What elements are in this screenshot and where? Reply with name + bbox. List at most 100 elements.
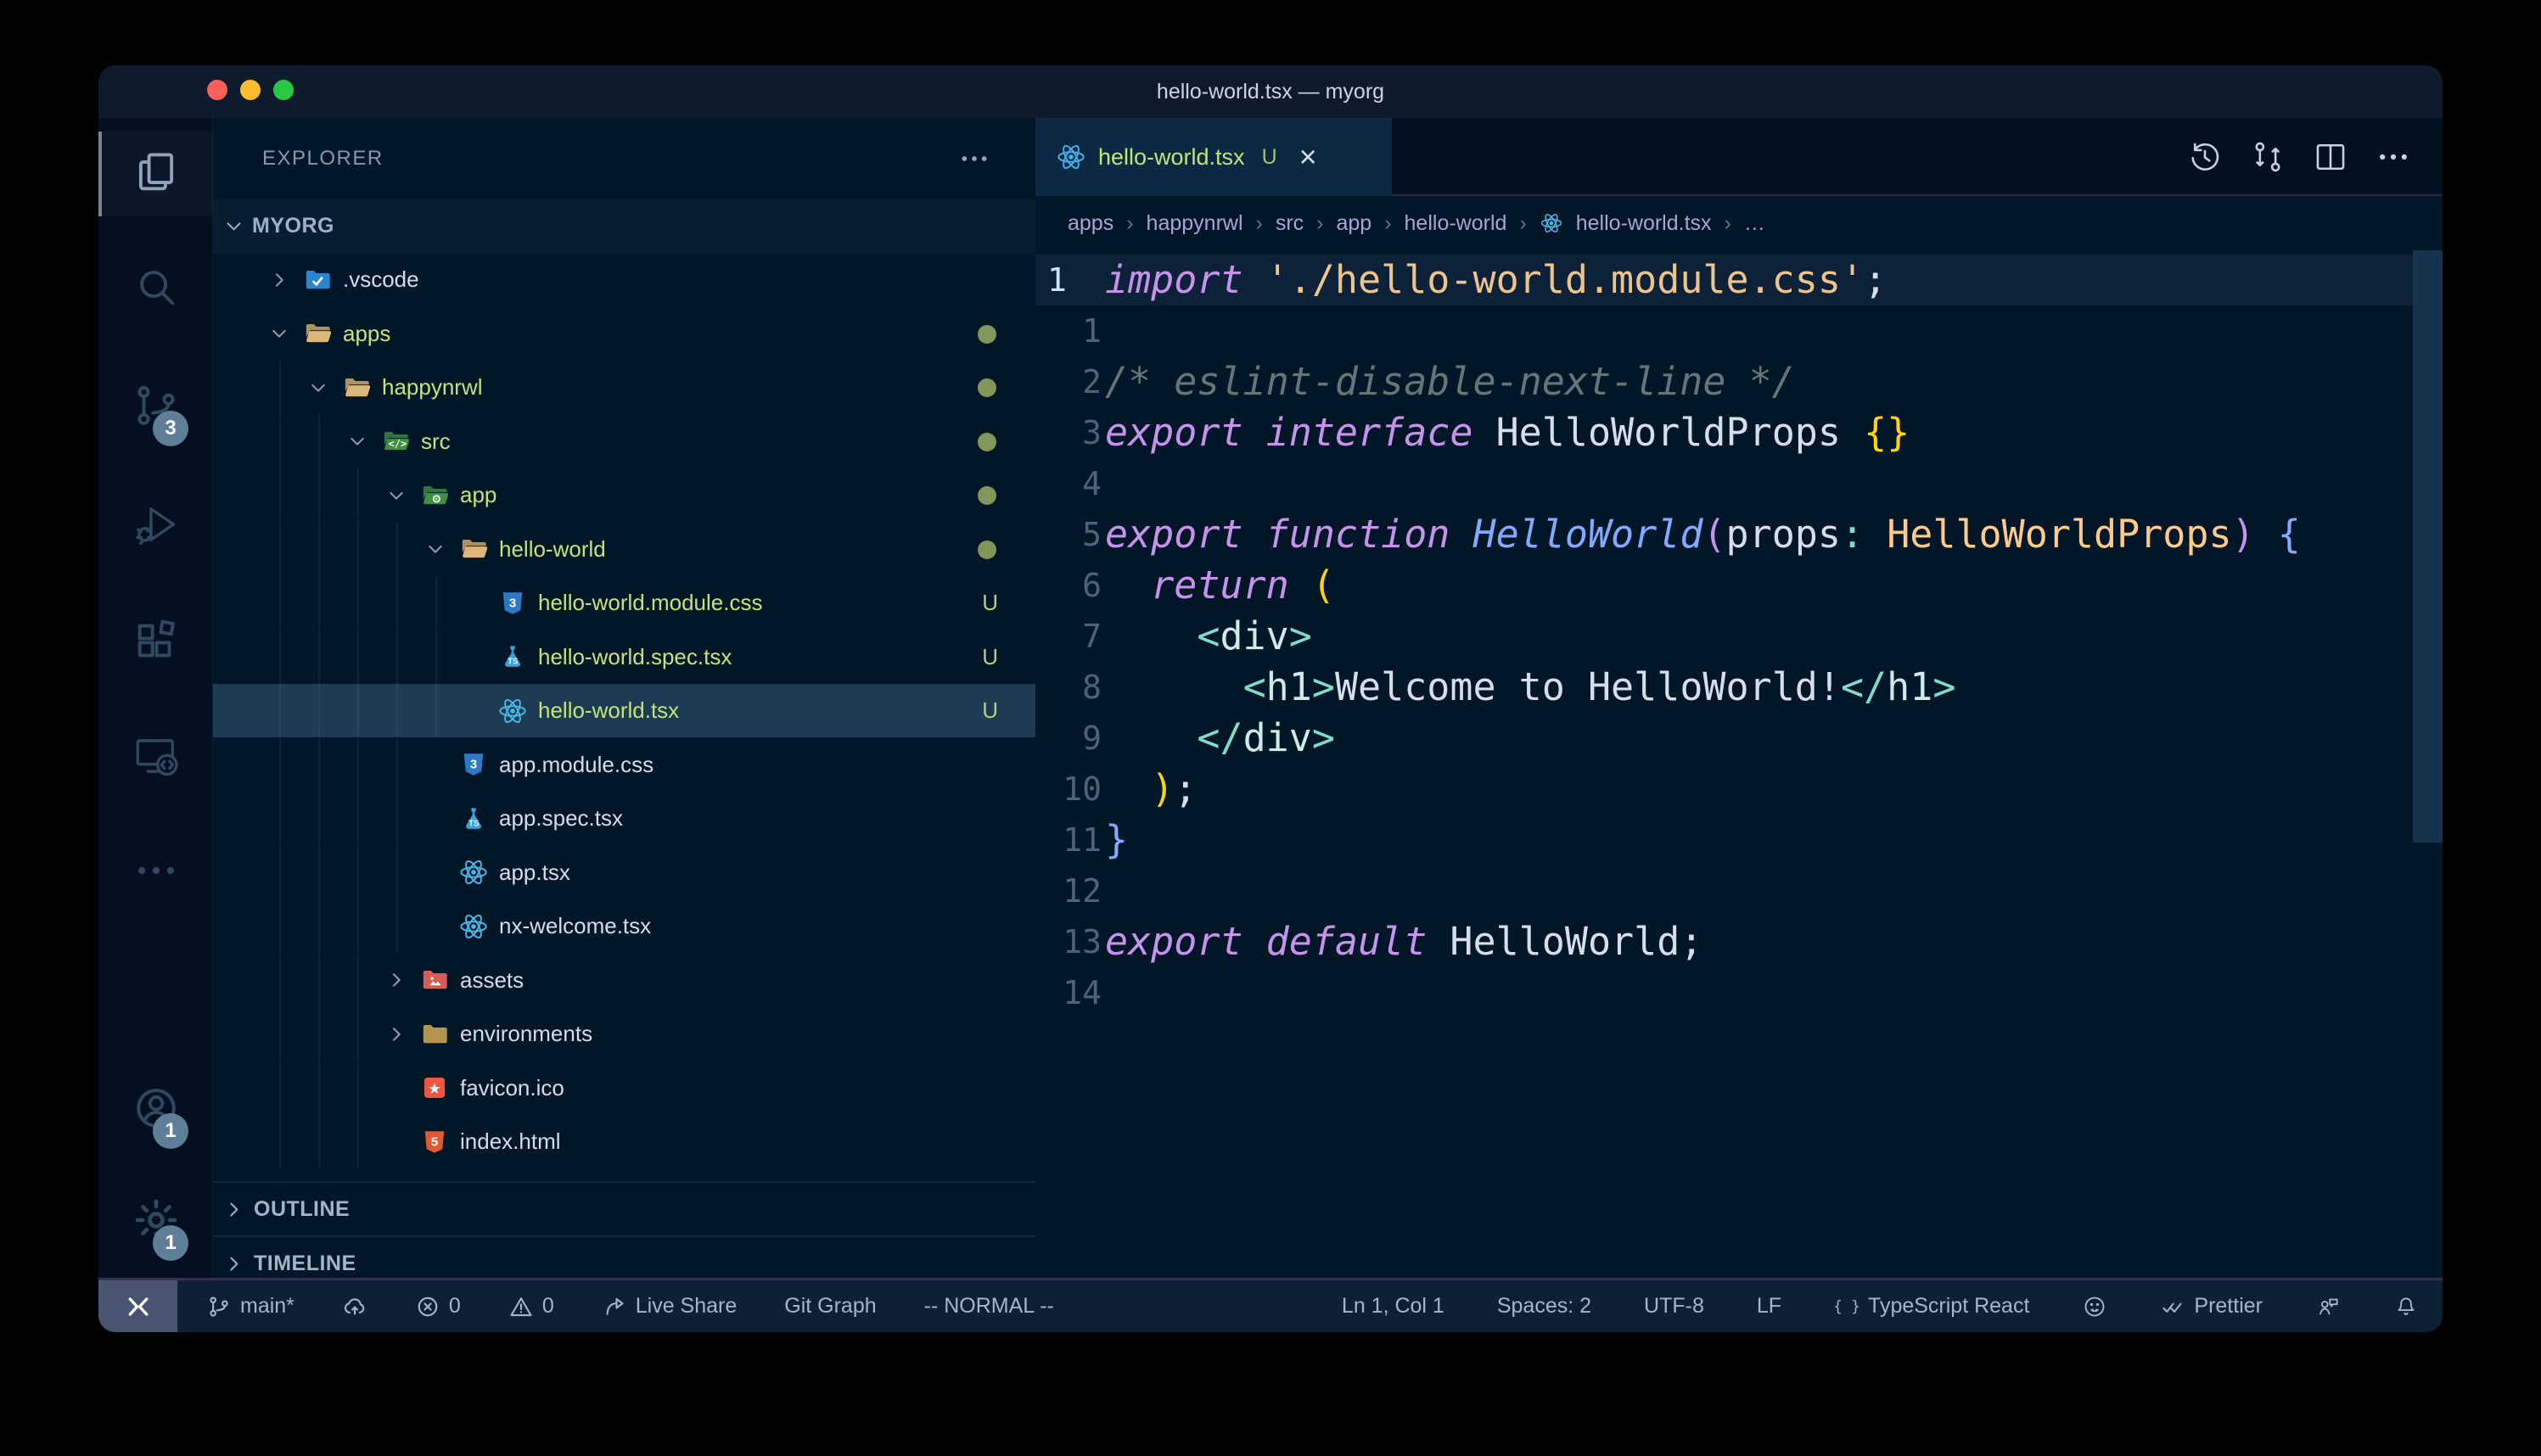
folder-tan-open (458, 523, 489, 576)
breadcrumb-item-app[interactable]: app (1336, 211, 1371, 236)
line-number: 8 (1047, 662, 1102, 713)
tree-item-apps[interactable]: apps (213, 307, 1035, 361)
tree-item-assets[interactable]: assets (213, 954, 1035, 1007)
tree-item-index-html[interactable]: 5index.html (213, 1115, 1035, 1168)
activity-item-explorer[interactable] (98, 132, 213, 216)
history-icon[interactable] (2186, 138, 2224, 176)
code-line-text: ); (1105, 764, 1197, 815)
tree-item--vscode[interactable]: .vscode (213, 253, 1035, 306)
close-tab-icon[interactable]: × (1299, 142, 1317, 172)
git-modified-dot-badge (978, 486, 996, 505)
status-item-language-mode[interactable]: { }TypeScript React (1834, 1294, 2029, 1319)
remote-indicator[interactable] (98, 1280, 177, 1332)
timeline-section-header[interactable]: TIMELINE (213, 1235, 1035, 1278)
breadcrumb-item-src[interactable]: src (1276, 211, 1304, 236)
status-item-git-branch[interactable]: main* (206, 1294, 294, 1319)
indent-guide (318, 630, 320, 684)
code-line-text: <div> (1105, 611, 1312, 662)
tree-item-environments[interactable]: environments (213, 1007, 1035, 1061)
tree-item-app-spec-tsx[interactable]: TSapp.spec.tsx (213, 792, 1035, 845)
breadcrumb-item-apps[interactable]: apps (1068, 211, 1113, 236)
breadcrumb-item-happynrwl[interactable]: happynrwl (1147, 211, 1243, 236)
tree-item-app-tsx[interactable]: app.tsx (213, 846, 1035, 899)
tree-item-happynrwl[interactable]: happynrwl (213, 361, 1035, 414)
chevron-down-icon (268, 307, 290, 361)
outline-section-header[interactable]: OUTLINE (213, 1181, 1035, 1235)
indent-guide (279, 738, 281, 792)
tree-item-label: nx-welcome.tsx (499, 899, 651, 953)
chevron-down-icon (222, 199, 245, 253)
chevron-down-icon (424, 523, 446, 576)
activity-item-run-debug[interactable] (98, 484, 213, 568)
status-item-prettier[interactable]: Prettier (2160, 1294, 2263, 1319)
tree-item-label: hello-world.spec.tsx (538, 630, 732, 684)
code-editor[interactable]: 1import './hello-world.module.css';12/* … (1035, 250, 2443, 1278)
status-item-sync[interactable] (342, 1294, 367, 1319)
folder-assets (419, 954, 450, 1007)
activity-item-search[interactable] (98, 246, 213, 331)
chevron-down-icon (307, 361, 329, 414)
activity-item-settings[interactable]: 1 (98, 1179, 213, 1264)
tree-item-label: .vscode (343, 253, 419, 306)
status-item-label: Prettier (2194, 1294, 2263, 1319)
tree-item-hello-world-spec-tsx[interactable]: TShello-world.spec.tsxU (213, 630, 1035, 684)
activity-item-remote-explorer[interactable] (98, 715, 213, 800)
code-line-12: 11} (1035, 815, 2443, 865)
react-icon (1540, 211, 1563, 235)
breadcrumb-item-file[interactable]: hello-world.tsx (1576, 211, 1712, 236)
status-item-feedback-person[interactable] (2315, 1294, 2341, 1319)
tree-item-nx-welcome-tsx[interactable]: nx-welcome.tsx (213, 899, 1035, 953)
explorer-more-actions-icon[interactable] (957, 118, 991, 199)
indent-guide (279, 846, 281, 899)
activity-item-more-views[interactable] (98, 830, 213, 915)
status-bar: main* 0 0 Live Share Git Graph -- NORMAL -- L… (98, 1278, 2443, 1332)
indent-guide (279, 468, 281, 522)
status-item-label: LF (1757, 1294, 1781, 1319)
indent-guide (396, 523, 398, 576)
code-line-13: 12 (1035, 865, 2443, 916)
status-item-warnings[interactable]: 0 (508, 1294, 554, 1319)
activity-item-extensions[interactable] (98, 600, 213, 685)
tree-item-app-module-css[interactable]: 3app.module.css (213, 738, 1035, 792)
workspace-section-header[interactable]: MYORG (213, 199, 1035, 253)
tree-item-app[interactable]: app (213, 468, 1035, 522)
react-icon (1056, 142, 1086, 172)
debug-icon (132, 500, 181, 553)
status-item-encoding[interactable]: UTF-8 (1644, 1294, 1704, 1319)
branch-icon (206, 1294, 232, 1319)
activity-item-accounts[interactable]: 1 (98, 1067, 213, 1152)
activity-item-source-control[interactable]: 3 (98, 365, 213, 450)
status-item-cursor-position[interactable]: Ln 1, Col 1 (1342, 1294, 1444, 1319)
status-item-eol[interactable]: LF (1757, 1294, 1781, 1319)
status-item-indentation[interactable]: Spaces: 2 (1497, 1294, 1591, 1319)
tree-item-label: app.tsx (499, 846, 570, 899)
status-item-git-graph[interactable]: Git Graph (784, 1294, 876, 1319)
tree-item-hello-world[interactable]: hello-world (213, 523, 1035, 576)
status-item-vim-mode[interactable]: -- NORMAL -- (924, 1294, 1054, 1319)
status-item-notifications[interactable] (2393, 1294, 2419, 1319)
tree-item-hello-world-tsx[interactable]: hello-world.tsxU (213, 684, 1035, 737)
code-line-7: 6 return ( (1035, 560, 2443, 611)
split-editor-icon[interactable] (2312, 138, 2349, 176)
folder-tan-open (341, 361, 372, 414)
open-changes-icon[interactable] (2249, 138, 2286, 176)
indent-guide (279, 415, 281, 468)
chevron-right-icon (385, 954, 407, 1007)
status-item-label: UTF-8 (1644, 1294, 1704, 1319)
status-item-live-share[interactable]: Live Share (602, 1294, 738, 1319)
tree-item-favicon-ico[interactable]: ★favicon.ico (213, 1061, 1035, 1115)
breadcrumb-more[interactable]: … (1744, 211, 1765, 236)
tree-item-label: hello-world (499, 523, 606, 576)
status-item-feedback-smiley[interactable] (2082, 1294, 2107, 1319)
indent-guide (318, 468, 320, 522)
breadcrumb-item-hello-world[interactable]: hello-world (1405, 211, 1507, 236)
status-item-errors[interactable]: 0 (415, 1294, 461, 1319)
git-modified-dot-badge (978, 540, 996, 559)
editor-scrollbar[interactable] (2413, 250, 2443, 843)
tab-label: hello-world.tsx (1098, 144, 1245, 171)
tab-hello-world-tsx[interactable]: hello-world.tsx U × (1035, 118, 1392, 196)
chevron-right-icon (222, 1183, 245, 1236)
more-actions-icon[interactable] (2375, 138, 2412, 176)
tree-item-hello-world-module-css[interactable]: 3hello-world.module.cssU (213, 576, 1035, 630)
tree-item-src[interactable]: </>src (213, 415, 1035, 468)
